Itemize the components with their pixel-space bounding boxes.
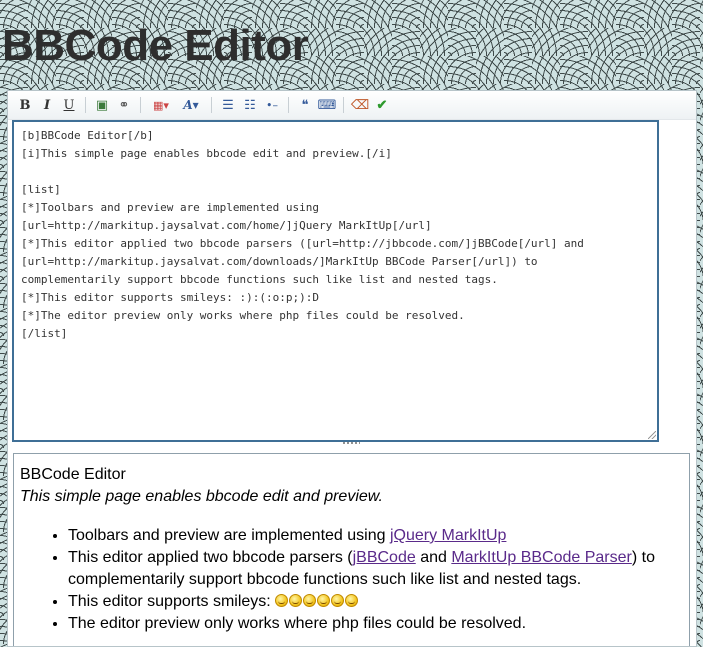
editor-toolbar: B I U ▣ ⚭ ▦▾ A▾ ☰ ☷ •– ❝ ⌨ ⌫ ✔ bbox=[8, 91, 696, 120]
page-title: BBCode Editor bbox=[2, 21, 309, 70]
textarea-resize-grip[interactable] bbox=[648, 431, 656, 439]
checkmark-icon: ✔ bbox=[376, 97, 388, 113]
color-grid-icon: ▦▾ bbox=[153, 98, 169, 112]
quotes-button[interactable]: ❝ bbox=[298, 97, 312, 113]
quotes-icon: ❝ bbox=[301, 97, 309, 113]
editor-resize-handle[interactable] bbox=[342, 441, 360, 445]
bold-icon: B bbox=[19, 97, 31, 113]
list-item: Toolbars and preview are implemented usi… bbox=[68, 525, 683, 547]
list-item-text: This editor applied two bbcode parsers ( bbox=[68, 549, 353, 566]
code-button[interactable]: ⌨ bbox=[317, 97, 337, 113]
toolbar-separator bbox=[85, 97, 86, 113]
toolbar-separator bbox=[288, 97, 289, 113]
list-item: The editor preview only works where php … bbox=[68, 613, 683, 635]
preview-subtitle: This simple page enables bbcode edit and… bbox=[20, 488, 383, 505]
bold-button[interactable]: B bbox=[18, 97, 32, 113]
picture-icon: ▣ bbox=[95, 97, 109, 113]
colors-button[interactable]: ▦▾ bbox=[150, 97, 172, 113]
clean-button[interactable]: ⌫ bbox=[350, 97, 370, 113]
link-button[interactable]: ⚭ bbox=[117, 97, 131, 113]
list-item-text: and bbox=[415, 549, 452, 566]
link-icon: ⚭ bbox=[118, 97, 130, 113]
markup-editor-frame: [b]BBCode Editor[/b] [i]This simple page… bbox=[12, 120, 659, 442]
preview-heading: BBCode Editor bbox=[20, 466, 126, 483]
toolbar-separator bbox=[140, 97, 141, 113]
surprised-icon bbox=[303, 594, 317, 607]
picture-button[interactable]: ▣ bbox=[95, 97, 109, 113]
toolbar-separator bbox=[343, 97, 344, 113]
list-item-text: Toolbars and preview are implemented usi… bbox=[68, 527, 390, 544]
grin-icon bbox=[345, 594, 359, 607]
markitup-link[interactable]: jQuery MarkItUp bbox=[390, 527, 506, 544]
sad-icon bbox=[289, 594, 303, 607]
list-item: This editor supports smileys: bbox=[68, 591, 683, 613]
markitup-editor: B I U ▣ ⚭ ▦▾ A▾ ☰ ☷ •– ❝ ⌨ ⌫ ✔ [b]BBCode… bbox=[7, 90, 697, 647]
preview-panel: BBCode Editor This simple page enables b… bbox=[13, 453, 690, 646]
preview-button[interactable]: ✔ bbox=[375, 97, 389, 113]
list-item-icon: •– bbox=[266, 98, 278, 112]
numeric-list-button[interactable]: ☷ bbox=[243, 97, 257, 113]
tongue-icon bbox=[317, 594, 331, 607]
list-item-text: The editor preview only works where php … bbox=[68, 615, 527, 632]
bbcode-textarea[interactable]: [b]BBCode Editor[/b] [i]This simple page… bbox=[14, 122, 657, 440]
list-item: This editor applied two bbcode parsers (… bbox=[68, 547, 683, 591]
font-size-button[interactable]: A▾ bbox=[180, 97, 202, 113]
underline-button[interactable]: U bbox=[62, 97, 76, 113]
bulleted-list-button[interactable]: ☰ bbox=[221, 97, 235, 113]
italic-icon: I bbox=[43, 97, 51, 113]
smile-icon bbox=[275, 594, 289, 607]
font-size-icon: A▾ bbox=[183, 98, 199, 112]
markitup-parser-link[interactable]: MarkItUp BBCode Parser bbox=[451, 549, 632, 566]
code-icon: ⌨ bbox=[317, 97, 337, 113]
preview-list: Toolbars and preview are implemented usi… bbox=[20, 525, 683, 635]
numeric-list-icon: ☷ bbox=[244, 97, 256, 113]
list-item-button[interactable]: •– bbox=[265, 97, 279, 113]
bulleted-list-icon: ☰ bbox=[222, 97, 234, 113]
list-item-text: This editor supports smileys: bbox=[68, 593, 276, 610]
jbbcode-link[interactable]: jBBCode bbox=[353, 549, 416, 566]
toolbar-separator bbox=[211, 97, 212, 113]
wink-icon bbox=[331, 594, 345, 607]
clean-icon: ⌫ bbox=[350, 97, 370, 113]
italic-button[interactable]: I bbox=[40, 97, 54, 113]
underline-icon: U bbox=[63, 97, 75, 113]
